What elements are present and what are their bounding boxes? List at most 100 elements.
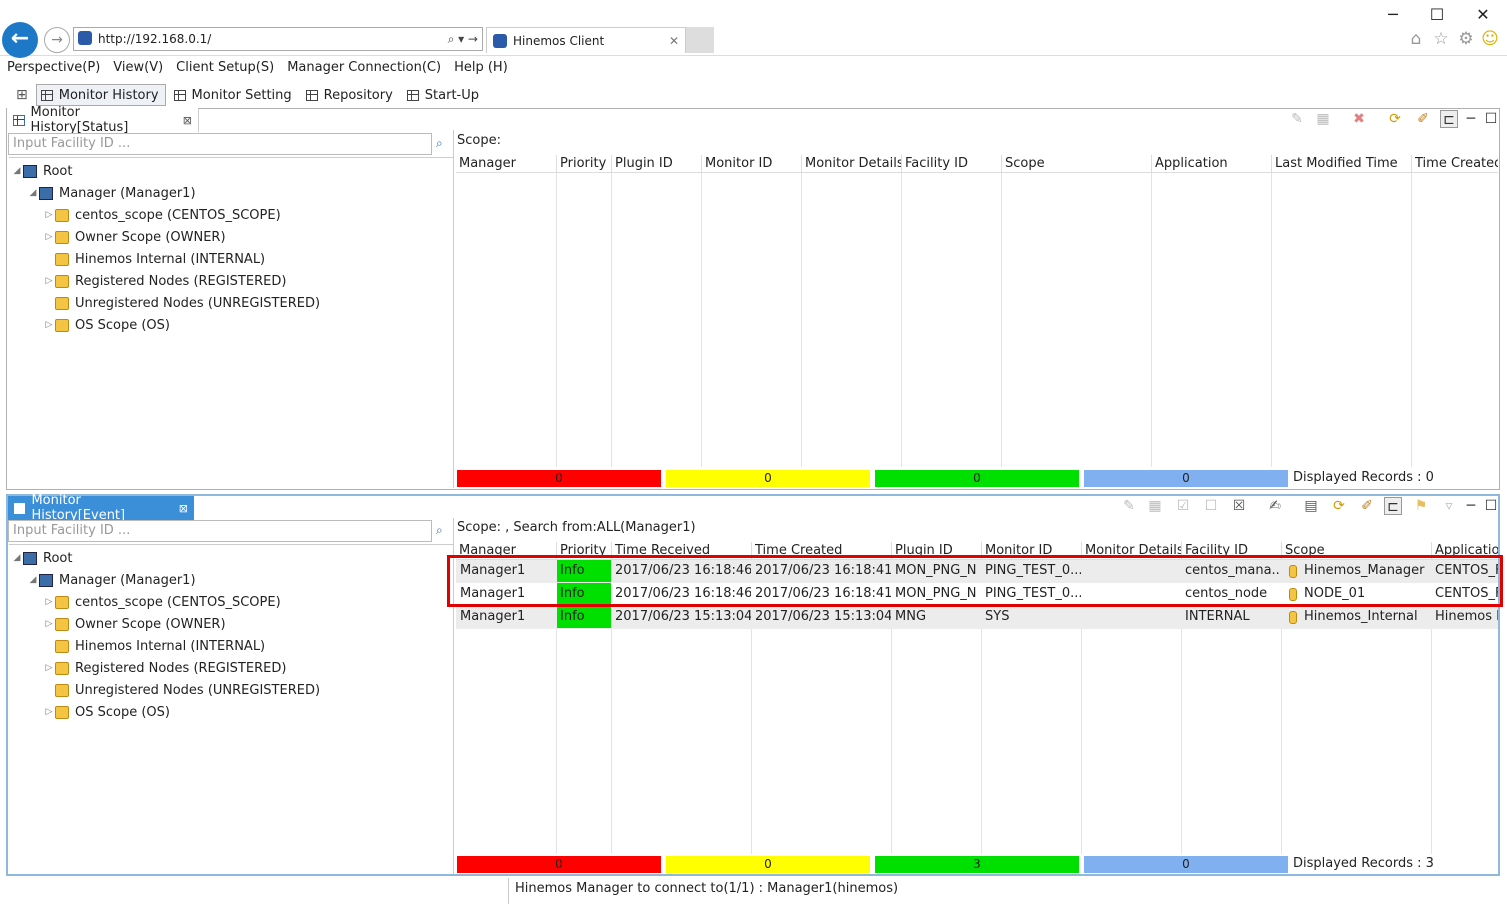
tree-item-internal[interactable]: Hinemos Internal (INTERNAL) xyxy=(43,248,265,270)
menu-manager-connection[interactable]: Manager Connection(C) xyxy=(287,60,441,75)
col-priority[interactable]: Priority xyxy=(556,155,611,173)
tree-item-os[interactable]: ▷ OS Scope (OS) xyxy=(43,701,170,723)
col-manager[interactable]: Manager xyxy=(456,155,556,173)
tree-item-registered[interactable]: ▷ Registered Nodes (REGISTERED) xyxy=(43,657,287,679)
open-perspective-icon[interactable]: ⊞ xyxy=(16,87,28,103)
status-critical-count: 0 xyxy=(457,470,661,487)
status-toolbar: ✎ ▦ ✖ ⟳ ✐ ⊏ ─ ☐ xyxy=(1288,110,1498,130)
new-tab-button[interactable] xyxy=(686,27,714,53)
menu-client-setup[interactable]: Client Setup(S) xyxy=(176,60,274,75)
menu-help[interactable]: Help (H) xyxy=(454,60,508,75)
menu-perspective[interactable]: Perspective(P) xyxy=(7,60,100,75)
tree-item-centos-scope[interactable]: ▷ centos_scope (CENTOS_SCOPE) xyxy=(43,204,281,226)
view-maximize-icon[interactable]: ☐ xyxy=(1482,110,1500,128)
back-button[interactable]: ← xyxy=(2,22,38,58)
detail-icon[interactable]: ▦ xyxy=(1146,497,1164,515)
forward-button[interactable]: → xyxy=(44,27,70,53)
refresh-icon[interactable]: ⟳ xyxy=(1386,110,1404,128)
tree-item-unregistered[interactable]: Unregistered Nodes (UNREGISTERED) xyxy=(43,679,320,701)
unconfirm-icon[interactable]: ☐ xyxy=(1202,497,1220,515)
table-settings-icon[interactable]: ▤ xyxy=(1302,497,1320,515)
filter-icon[interactable]: ✐ xyxy=(1358,497,1376,515)
tree-manager[interactable]: ◢ Manager (Manager1) xyxy=(27,569,196,591)
col-scope[interactable]: Scope xyxy=(1001,155,1151,173)
address-bar[interactable]: http://192.168.0.1/ ⌕ ▾ → xyxy=(73,27,483,51)
close-view-icon[interactable]: ⊠ xyxy=(183,114,192,127)
perspective-monitor-history[interactable]: Monitor History xyxy=(35,84,166,106)
tree-item-registered[interactable]: ▷ Registered Nodes (REGISTERED) xyxy=(43,270,287,292)
table-icon xyxy=(40,89,53,101)
confirm-icon[interactable]: ☑ xyxy=(1174,497,1192,515)
status-info-count: 0 xyxy=(875,470,1079,487)
tab-monitor-history-status[interactable]: Monitor History[Status] ⊠ xyxy=(7,105,199,135)
status-unknown-count: 0 xyxy=(1084,470,1288,487)
sash-divider[interactable] xyxy=(453,130,454,488)
tree-manager[interactable]: ◢ Manager (Manager1) xyxy=(27,182,196,204)
tab-title: Hinemos Client xyxy=(513,34,605,48)
status-tree: ◢ Root ◢ Manager (Manager1) ▷ centos_scope … xyxy=(9,157,453,487)
close-view-icon[interactable]: ⊠ xyxy=(179,502,188,515)
flag-up-icon[interactable]: ⚑ xyxy=(1412,497,1430,515)
status-grid-header: Manager Priority Plugin ID Monitor ID Mo… xyxy=(456,155,1498,173)
scope-toggle-icon[interactable]: ⊏ xyxy=(1384,497,1402,515)
search-icon[interactable]: ⌕ xyxy=(436,523,443,538)
tree-item-unregistered[interactable]: Unregistered Nodes (UNREGISTERED) xyxy=(43,292,320,314)
col-plugin-id[interactable]: Plugin ID xyxy=(611,155,701,173)
detail-icon[interactable]: ▦ xyxy=(1314,110,1332,128)
table-icon xyxy=(173,89,186,101)
event-facility-filter-input[interactable]: Input Facility ID ... xyxy=(8,520,432,542)
menu-view[interactable]: View(V) xyxy=(113,60,163,75)
tree-item-owner[interactable]: ▷ Owner Scope (OWNER) xyxy=(43,613,226,635)
maximize-icon[interactable]: ☐ xyxy=(1426,4,1448,26)
tab-close-icon[interactable]: ✕ xyxy=(669,28,679,54)
view-maximize-icon[interactable]: ☐ xyxy=(1482,497,1500,515)
browser-tab[interactable]: Hinemos Client ✕ xyxy=(486,27,686,53)
col-monitor-id[interactable]: Monitor ID xyxy=(701,155,801,173)
tree-item-centos-scope[interactable]: ▷ centos_scope (CENTOS_SCOPE) xyxy=(43,591,281,613)
site-favicon-icon xyxy=(78,31,92,45)
col-monitor-details[interactable]: Monitor Details xyxy=(801,155,901,173)
tree-root[interactable]: ◢ Root xyxy=(11,160,73,182)
col-last-modified[interactable]: Last Modified Time xyxy=(1271,155,1411,173)
perspective-start-up[interactable]: Start-Up xyxy=(403,84,485,106)
window-close-icon[interactable]: ✕ xyxy=(1472,4,1494,26)
search-icon[interactable]: ⌕ xyxy=(436,136,443,151)
event-critical-count: 0 xyxy=(457,856,661,873)
tree-root[interactable]: ◢ Root xyxy=(11,547,73,569)
batch-confirm-icon[interactable]: ☒ xyxy=(1230,497,1248,515)
scope-toggle-icon[interactable]: ⊏ xyxy=(1440,110,1458,128)
tree-item-os[interactable]: ▷ OS Scope (OS) xyxy=(43,314,170,336)
delete-icon[interactable]: ✖ xyxy=(1350,110,1368,128)
tab-favicon-icon xyxy=(493,34,507,48)
event-unknown-count: 0 xyxy=(1084,856,1288,873)
flag-down-icon[interactable]: ▿ xyxy=(1440,497,1458,515)
filter-icon[interactable]: ✐ xyxy=(1414,110,1432,128)
settings-gear-icon[interactable]: ⚙ xyxy=(1455,28,1477,50)
tab-monitor-history-event[interactable]: Monitor History[Event] ⊠ xyxy=(8,493,194,523)
view-minimize-icon[interactable]: ─ xyxy=(1462,110,1480,128)
address-url: http://192.168.0.1/ xyxy=(98,32,212,46)
minimize-icon[interactable]: ─ xyxy=(1382,4,1404,26)
col-facility-id[interactable]: Facility ID xyxy=(901,155,1001,173)
event-scope-label: Scope: , Search from:ALL(Manager1) xyxy=(457,520,696,535)
table-row[interactable]: Manager1 Info 2017/06/23 15:13:04 2017/0… xyxy=(456,606,1498,629)
priority-badge: Info xyxy=(557,606,611,628)
home-icon[interactable]: ⌂ xyxy=(1405,28,1427,50)
address-tools-icon[interactable]: ⌕ ▾ → xyxy=(448,28,478,50)
refresh-icon[interactable]: ⟳ xyxy=(1330,497,1348,515)
perspective-monitor-setting[interactable]: Monitor Setting xyxy=(170,84,298,106)
tree-item-owner[interactable]: ▷ Owner Scope (OWNER) xyxy=(43,226,226,248)
comment-icon[interactable]: ✍ xyxy=(1266,497,1284,515)
col-time-created[interactable]: Time Created xyxy=(1411,155,1498,173)
smiley-feedback-icon[interactable]: ☺ xyxy=(1479,28,1501,50)
node-icon xyxy=(1289,611,1297,624)
tree-item-internal[interactable]: Hinemos Internal (INTERNAL) xyxy=(43,635,265,657)
edit-icon[interactable]: ✎ xyxy=(1288,110,1306,128)
status-bar-text: Hinemos Manager to connect to(1/1) : Man… xyxy=(515,881,899,896)
col-application[interactable]: Application xyxy=(1151,155,1271,173)
edit-icon[interactable]: ✎ xyxy=(1120,497,1138,515)
view-minimize-icon[interactable]: ─ xyxy=(1462,497,1480,515)
perspective-repository[interactable]: Repository xyxy=(302,84,399,106)
status-facility-filter-input[interactable]: Input Facility ID ... xyxy=(8,133,432,155)
favorites-star-icon[interactable]: ☆ xyxy=(1430,28,1452,50)
